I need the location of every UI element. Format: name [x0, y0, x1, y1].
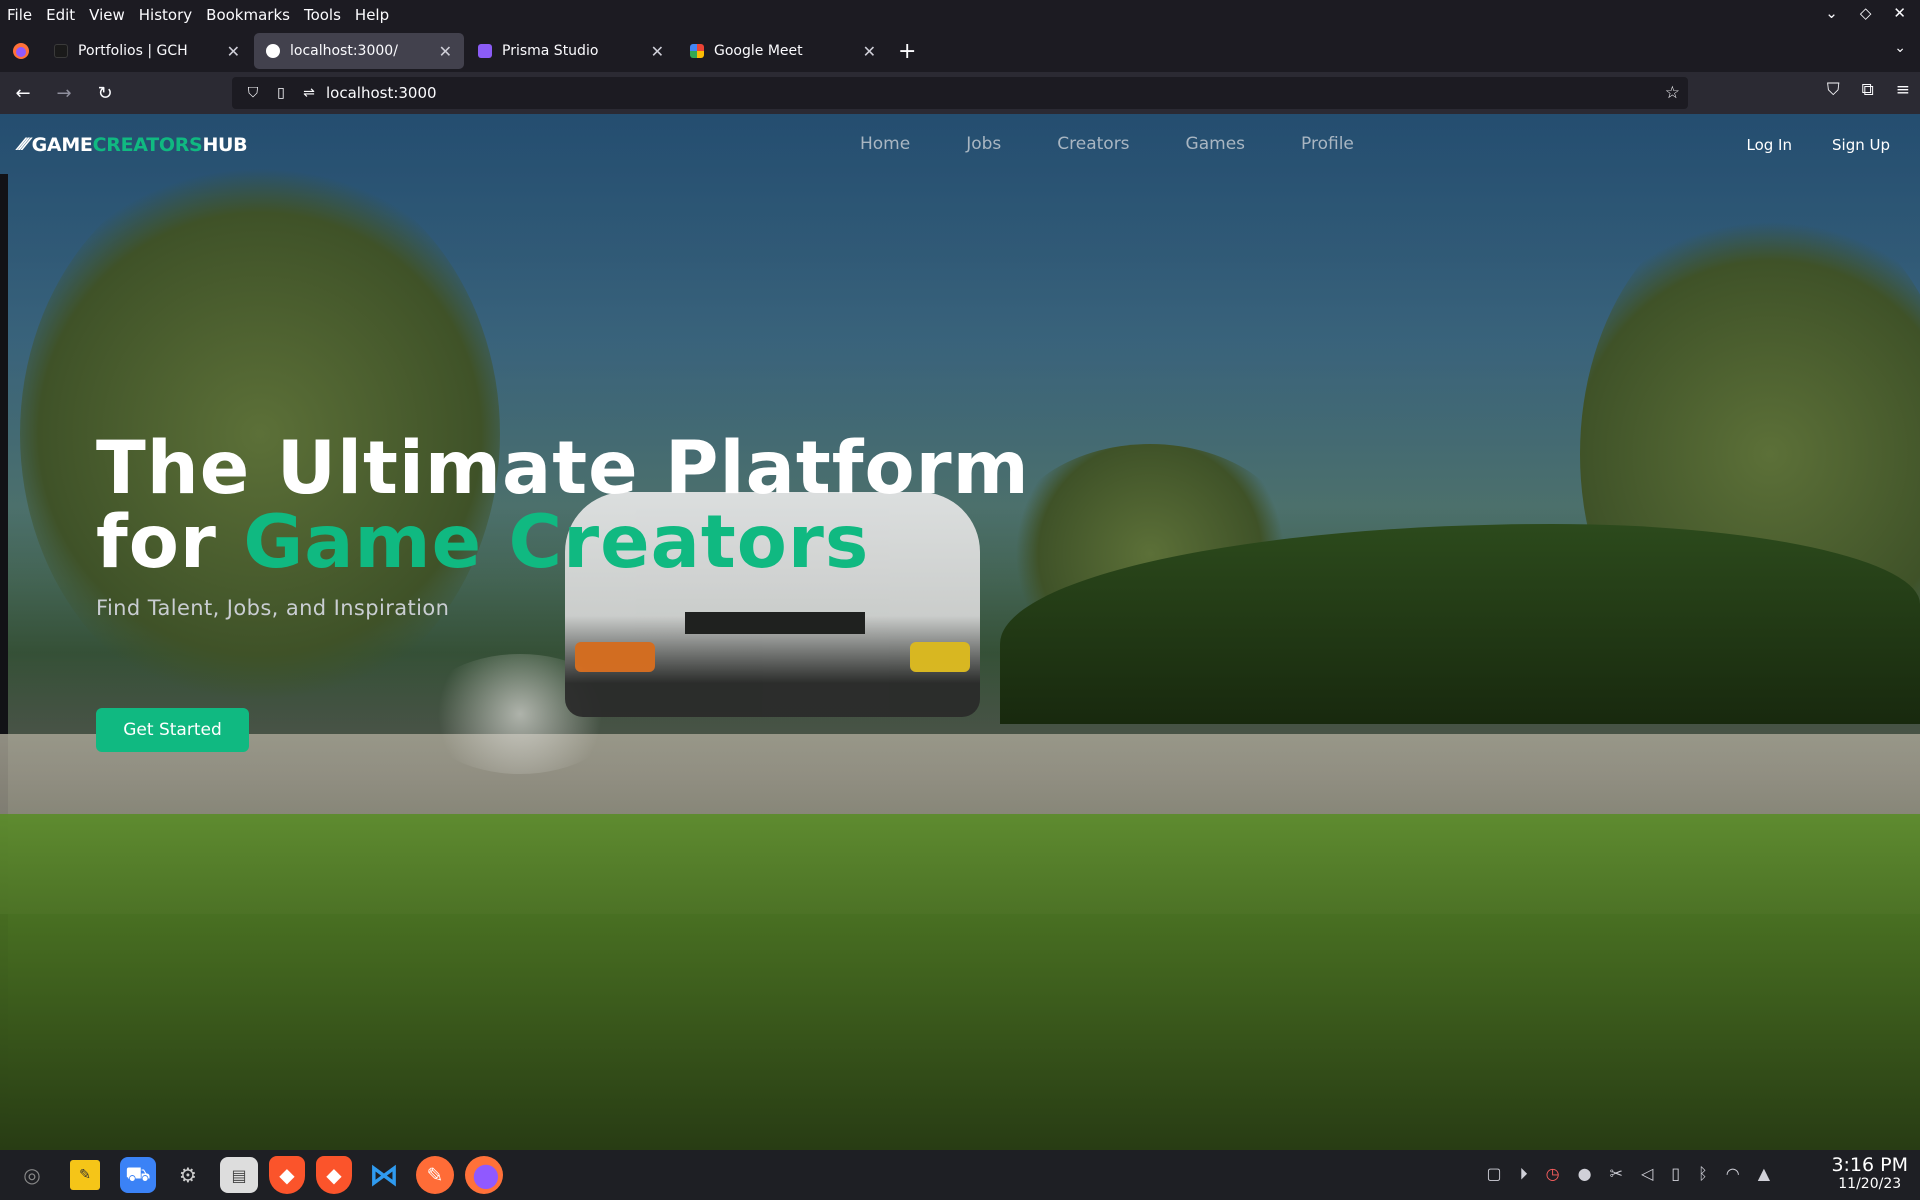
taskbar: ◎ ✎ ⛟ ⚙ ▤ ◆ ◆ ⋈ ✎ ▢ ⏵ ◷ ● ✂ ◁ ▯ ᛒ ◠ ▲ 3:…	[0, 1150, 1920, 1200]
taskbar-clock[interactable]: 3:16 PM 11/20/23	[1831, 1154, 1908, 1192]
extensions-icon[interactable]: ⧉	[1862, 80, 1874, 100]
signup-link[interactable]: Sign Up	[1832, 136, 1890, 154]
navigation-bar: ← → ↻ ⛉ ▯ ⇌ localhost:3000 ☆ ⛉ ⧉ ≡	[0, 72, 1920, 114]
tab-prisma-studio[interactable]: Prisma Studio ✕	[466, 33, 676, 69]
auth-links: Log In Sign Up	[1747, 136, 1891, 154]
system-settings-icon[interactable]: ⚙	[167, 1154, 209, 1196]
menu-tools[interactable]: Tools	[297, 6, 348, 24]
tab-localhost[interactable]: localhost:3000/ ✕	[254, 33, 464, 69]
close-tab-icon[interactable]: ✕	[227, 42, 240, 61]
firefox-icon[interactable]	[465, 1156, 503, 1194]
close-tab-icon[interactable]: ✕	[651, 42, 664, 61]
file-manager-icon[interactable]: ▤	[220, 1157, 258, 1193]
screenshot-icon[interactable]: ✂	[1610, 1164, 1623, 1184]
menu-history[interactable]: History	[132, 6, 199, 24]
close-tab-icon[interactable]: ✕	[863, 42, 876, 61]
logo-text-creators: CREATORS	[92, 134, 203, 156]
tab-bar: Portfolios | GCH ✕ localhost:3000/ ✕ Pri…	[0, 30, 1920, 72]
vscode-icon[interactable]: ⋈	[363, 1154, 405, 1196]
menu-bookmarks[interactable]: Bookmarks	[199, 6, 297, 24]
recording-icon[interactable]: ●	[1578, 1164, 1592, 1184]
reload-icon[interactable]: ↻	[87, 77, 123, 109]
app-launcher-icon[interactable]: ◎	[11, 1154, 53, 1196]
tab-label: localhost:3000/	[290, 43, 398, 59]
site-logo[interactable]: ⁄⁄⁄ GAME CREATORS HUB	[20, 134, 248, 156]
tab-label: Prisma Studio	[502, 43, 599, 59]
tab-google-meet[interactable]: Google Meet ✕	[678, 33, 888, 69]
maximize-icon[interactable]: ◇	[1860, 4, 1872, 22]
site-header: ⁄⁄⁄ GAME CREATORS HUB Home Jobs Creators…	[0, 114, 1920, 174]
menu-view[interactable]: View	[82, 6, 132, 24]
tab-label: Portfolios | GCH	[78, 43, 188, 59]
toolbar-right: ⛉ ⧉ ≡	[1827, 80, 1910, 100]
hero: The Ultimate Platform for Game Creators …	[96, 432, 1030, 621]
menu-bar: File Edit View History Bookmarks Tools H…	[0, 0, 1920, 30]
hero-title: The Ultimate Platform for Game Creators	[96, 432, 1030, 580]
nav-creators[interactable]: Creators	[1057, 134, 1129, 154]
clock-time: 3:16 PM	[1831, 1154, 1908, 1176]
clock-app-icon[interactable]: ◷	[1546, 1164, 1560, 1184]
site-nav-links: Home Jobs Creators Games Profile	[860, 134, 1354, 154]
hero-title-prefix: for	[96, 500, 244, 585]
firefox-menu-icon[interactable]	[0, 30, 42, 72]
page-info-icon[interactable]: ▯	[270, 85, 292, 101]
tracking-protection-icon[interactable]: ⛉	[242, 85, 264, 101]
nav-profile[interactable]: Profile	[1301, 134, 1354, 154]
hero-title-accent: Game Creators	[243, 500, 870, 585]
logo-mark-icon: ⁄⁄⁄	[20, 135, 28, 155]
brave-browser-icon[interactable]: ◆	[269, 1156, 305, 1194]
notes-app-icon[interactable]: ✎	[70, 1160, 100, 1190]
new-tab-icon[interactable]: +	[898, 39, 916, 64]
bookmark-star-icon[interactable]: ☆	[1665, 83, 1680, 103]
tab-favicon-icon	[266, 44, 280, 58]
postman-icon[interactable]: ✎	[416, 1156, 454, 1194]
discover-store-icon[interactable]: ⛟	[120, 1157, 156, 1193]
forward-icon[interactable]: →	[46, 77, 82, 109]
tab-label: Google Meet	[714, 43, 803, 59]
show-desktop-icon[interactable]: ▢	[1487, 1164, 1502, 1184]
hero-title-line1: The Ultimate Platform	[96, 426, 1030, 511]
tab-favicon-icon	[54, 44, 68, 58]
clock-date: 11/20/23	[1838, 1176, 1902, 1192]
menu-help[interactable]: Help	[348, 6, 396, 24]
tab-favicon-icon	[690, 44, 704, 58]
tab-favicon-icon	[478, 44, 492, 58]
nav-games[interactable]: Games	[1186, 134, 1245, 154]
menu-file[interactable]: File	[0, 6, 39, 24]
menu-edit[interactable]: Edit	[39, 6, 82, 24]
page-viewport: ⁄⁄⁄ GAME CREATORS HUB Home Jobs Creators…	[0, 114, 1920, 1150]
volume-icon[interactable]: ◁	[1641, 1164, 1653, 1184]
hero-subtitle: Find Talent, Jobs, and Inspiration	[96, 596, 450, 620]
media-player-icon[interactable]: ⏵	[1520, 1164, 1528, 1184]
app-menu-icon[interactable]: ≡	[1896, 80, 1910, 100]
tray-expand-icon[interactable]: ▲	[1758, 1164, 1770, 1184]
logo-text-hub: HUB	[202, 134, 248, 156]
get-started-button[interactable]: Get Started	[96, 708, 249, 752]
permissions-icon[interactable]: ⇌	[298, 85, 320, 101]
minimize-icon[interactable]: ⌄	[1825, 4, 1838, 22]
system-tray: ▢ ⏵ ◷ ● ✂ ◁ ▯ ᛒ ◠ ▲	[1487, 1164, 1771, 1184]
url-text[interactable]: localhost:3000	[326, 84, 437, 102]
car-headlight-left	[575, 642, 655, 672]
car-headlight-right	[910, 642, 970, 672]
close-window-icon[interactable]: ✕	[1893, 4, 1906, 22]
background-grass	[0, 814, 1920, 1150]
logo-text-game: GAME	[31, 134, 93, 156]
nav-jobs[interactable]: Jobs	[966, 134, 1001, 154]
close-tab-icon[interactable]: ✕	[439, 42, 452, 61]
address-bar[interactable]: ⛉ ▯ ⇌ localhost:3000 ☆	[232, 77, 1688, 109]
window-controls: ⌄ ◇ ✕	[1825, 4, 1906, 22]
login-link[interactable]: Log In	[1747, 136, 1793, 154]
nav-home[interactable]: Home	[860, 134, 910, 154]
tab-portfolios[interactable]: Portfolios | GCH ✕	[42, 33, 252, 69]
back-icon[interactable]: ←	[5, 77, 41, 109]
bluetooth-icon[interactable]: ᛒ	[1698, 1164, 1708, 1184]
kdeconnect-icon[interactable]: ▯	[1671, 1164, 1680, 1184]
wifi-icon[interactable]: ◠	[1726, 1164, 1740, 1184]
list-all-tabs-icon[interactable]: ⌄	[1894, 40, 1906, 56]
pocket-icon[interactable]: ⛉	[1827, 80, 1840, 100]
brave-browser-2-icon[interactable]: ◆	[316, 1156, 352, 1194]
